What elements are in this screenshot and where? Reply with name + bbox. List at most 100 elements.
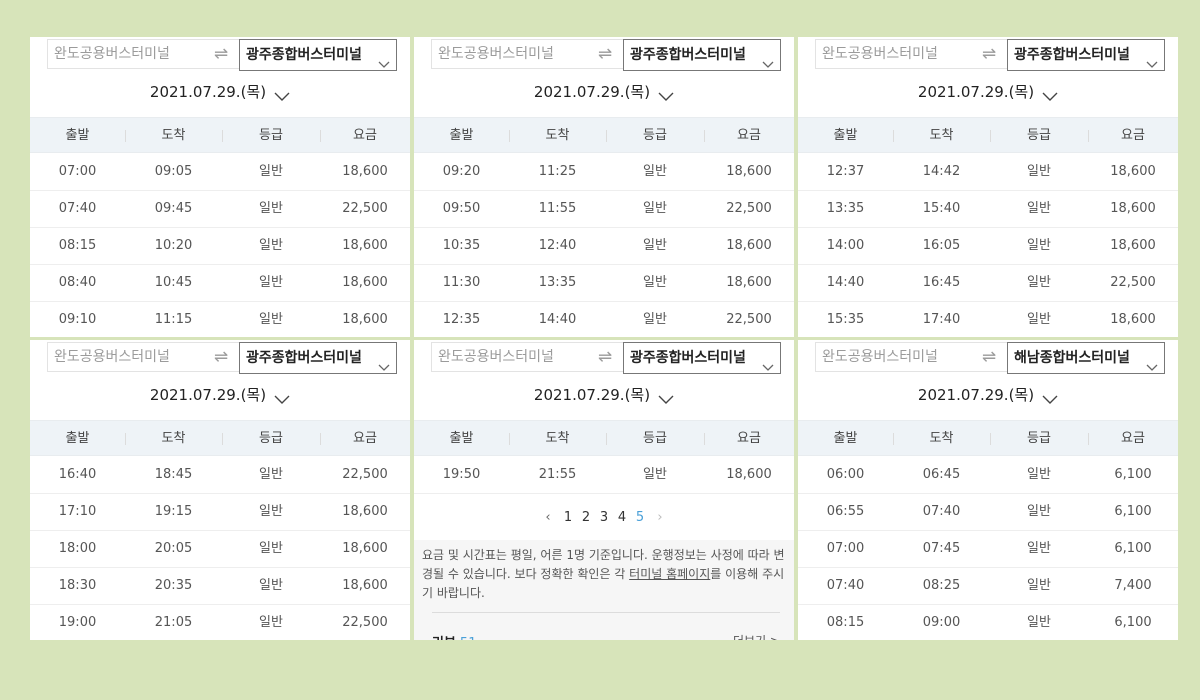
table-row[interactable]: 14:00 16:05 일반 18,600 (798, 228, 1178, 265)
cell-arrival: 17:40 (922, 312, 961, 327)
more-link[interactable]: 더보기 > (733, 632, 780, 640)
page-link[interactable]: 4 (613, 510, 631, 525)
cell-departure: 08:15 (826, 615, 865, 630)
table-row[interactable]: 06:00 06:45 일반 6,100 (798, 457, 1178, 494)
table-row[interactable]: 18:00 20:05 일반 18,600 (30, 531, 410, 568)
cell-grade: 일반 (1027, 238, 1051, 253)
cell-arrival: 09:45 (154, 201, 193, 216)
header-departure: 출발 (65, 431, 90, 446)
cell-grade: 일반 (1027, 541, 1051, 556)
cell-departure: 18:30 (58, 578, 97, 593)
table-row[interactable]: 08:40 10:45 일반 18,600 (30, 265, 410, 302)
destination-label: 광주종합버스터미널 (246, 350, 362, 366)
swap-icon[interactable]: ⇌ (203, 39, 239, 69)
cell-fare: 6,100 (1114, 504, 1152, 519)
table-row[interactable]: 16:40 18:45 일반 22,500 (30, 457, 410, 494)
date-label: 2021.07.29.(목) (149, 386, 267, 404)
date-selector[interactable]: 2021.07.29.(목) (798, 81, 1178, 105)
table-row[interactable]: 07:00 09:05 일반 18,600 (30, 154, 410, 191)
table-row[interactable]: 17:10 19:15 일반 18,600 (30, 494, 410, 531)
destination-select[interactable]: 광주종합버스터미널 (623, 39, 781, 71)
table-row[interactable]: 08:15 10:20 일반 18,600 (30, 228, 410, 265)
page-link[interactable]: 3 (595, 510, 613, 525)
table-row[interactable]: 19:50 21:55 일반 18,600 (414, 457, 794, 494)
cell-departure: 07:00 (58, 164, 97, 179)
table-row[interactable]: 09:20 11:25 일반 18,600 (414, 154, 794, 191)
origin-field[interactable]: 완도공용버스터미널 (815, 39, 971, 69)
review-heading: 리뷰 51 (432, 632, 476, 640)
table-header: 출발 도착 등급 요금 (798, 117, 1178, 153)
destination-select[interactable]: 광주종합버스터미널 (623, 342, 781, 374)
table-row[interactable]: 07:40 09:45 일반 22,500 (30, 191, 410, 228)
column-divider (704, 130, 705, 142)
destination-select[interactable]: 해남종합버스터미널 (1007, 342, 1165, 374)
table-row[interactable]: 14:40 16:45 일반 22,500 (798, 265, 1178, 302)
header-departure: 출발 (833, 128, 858, 143)
route-selector: 완도공용버스터미널 ⇌ 광주종합버스터미널 (431, 342, 781, 374)
cell-departure: 16:40 (58, 467, 97, 482)
cell-departure: 12:37 (826, 164, 865, 179)
destination-select[interactable]: 광주종합버스터미널 (1007, 39, 1165, 71)
schedule-panel: 완도공용버스터미널 ⇌ 해남종합버스터미널 2021.07.29.(목) 출발 도착 등급 요… (798, 340, 1178, 640)
cell-fare: 6,100 (1114, 541, 1152, 556)
column-divider (509, 433, 510, 445)
swap-icon[interactable]: ⇌ (587, 39, 623, 69)
swap-icon[interactable]: ⇌ (203, 342, 239, 372)
date-selector[interactable]: 2021.07.29.(목) (30, 384, 410, 408)
column-divider (222, 130, 223, 142)
date-label: 2021.07.29.(목) (533, 386, 651, 404)
cell-fare: 6,100 (1114, 615, 1152, 630)
date-selector[interactable]: 2021.07.29.(목) (30, 81, 410, 105)
terminal-homepage-link[interactable]: 터미널 홈페이지 (629, 567, 710, 581)
table-row[interactable]: 18:30 20:35 일반 18,600 (30, 568, 410, 605)
table-row[interactable]: 07:40 08:25 일반 7,400 (798, 568, 1178, 605)
table-row[interactable]: 10:35 12:40 일반 18,600 (414, 228, 794, 265)
table-row[interactable]: 06:55 07:40 일반 6,100 (798, 494, 1178, 531)
table-row[interactable]: 19:00 21:05 일반 22,500 (30, 605, 410, 640)
origin-field[interactable]: 완도공용버스터미널 (431, 342, 587, 372)
origin-field[interactable]: 완도공용버스터미널 (47, 342, 203, 372)
table-row[interactable]: 13:35 15:40 일반 18,600 (798, 191, 1178, 228)
destination-label: 광주종합버스터미널 (630, 47, 746, 63)
header-fare: 요금 (1121, 128, 1145, 143)
table-row[interactable]: 09:50 11:55 일반 22,500 (414, 191, 794, 228)
prev-page-icon[interactable]: ‹ (537, 510, 559, 525)
table-row[interactable]: 12:37 14:42 일반 18,600 (798, 154, 1178, 191)
page-link[interactable]: 1 (559, 510, 577, 525)
cell-grade: 일반 (1027, 615, 1051, 630)
swap-icon[interactable]: ⇌ (971, 342, 1007, 372)
date-selector[interactable]: 2021.07.29.(목) (798, 384, 1178, 408)
destination-label: 광주종합버스터미널 (630, 350, 746, 366)
table-row[interactable]: 08:15 09:00 일반 6,100 (798, 605, 1178, 640)
column-divider (893, 130, 894, 142)
date-selector[interactable]: 2021.07.29.(목) (414, 81, 794, 105)
cell-grade: 일반 (1027, 164, 1051, 179)
cell-fare: 18,600 (726, 238, 772, 253)
swap-icon[interactable]: ⇌ (587, 342, 623, 372)
column-divider (990, 433, 991, 445)
table-row[interactable]: 12:35 14:40 일반 22,500 (414, 302, 794, 337)
origin-field[interactable]: 완도공용버스터미널 (815, 342, 971, 372)
cell-grade: 일반 (643, 201, 667, 216)
cell-arrival: 16:45 (922, 275, 961, 290)
destination-select[interactable]: 광주종합버스터미널 (239, 342, 397, 374)
swap-icon[interactable]: ⇌ (971, 39, 1007, 69)
next-page-icon[interactable]: › (649, 510, 671, 525)
table-row[interactable]: 07:00 07:45 일반 6,100 (798, 531, 1178, 568)
page-link[interactable]: 2 (577, 510, 595, 525)
origin-field[interactable]: 완도공용버스터미널 (431, 39, 587, 69)
review-count: 51 (460, 636, 477, 640)
cell-departure: 11:30 (442, 275, 481, 290)
origin-field[interactable]: 완도공용버스터미널 (47, 39, 203, 69)
table-row[interactable]: 11:30 13:35 일반 18,600 (414, 265, 794, 302)
table-row[interactable]: 09:10 11:15 일반 18,600 (30, 302, 410, 337)
pagination: ‹ 1 2 3 4 5 › (414, 498, 794, 536)
date-selector[interactable]: 2021.07.29.(목) (414, 384, 794, 408)
destination-select[interactable]: 광주종합버스터미널 (239, 39, 397, 71)
chevron-down-icon (274, 391, 290, 404)
page-link[interactable]: 5 (631, 510, 649, 525)
schedule-panel: 완도공용버스터미널 ⇌ 광주종합버스터미널 2021.07.29.(목) 출발 도착 등급 요… (798, 37, 1178, 337)
cell-departure: 14:00 (826, 238, 865, 253)
cell-arrival: 07:40 (922, 504, 961, 519)
table-row[interactable]: 15:35 17:40 일반 18,600 (798, 302, 1178, 337)
